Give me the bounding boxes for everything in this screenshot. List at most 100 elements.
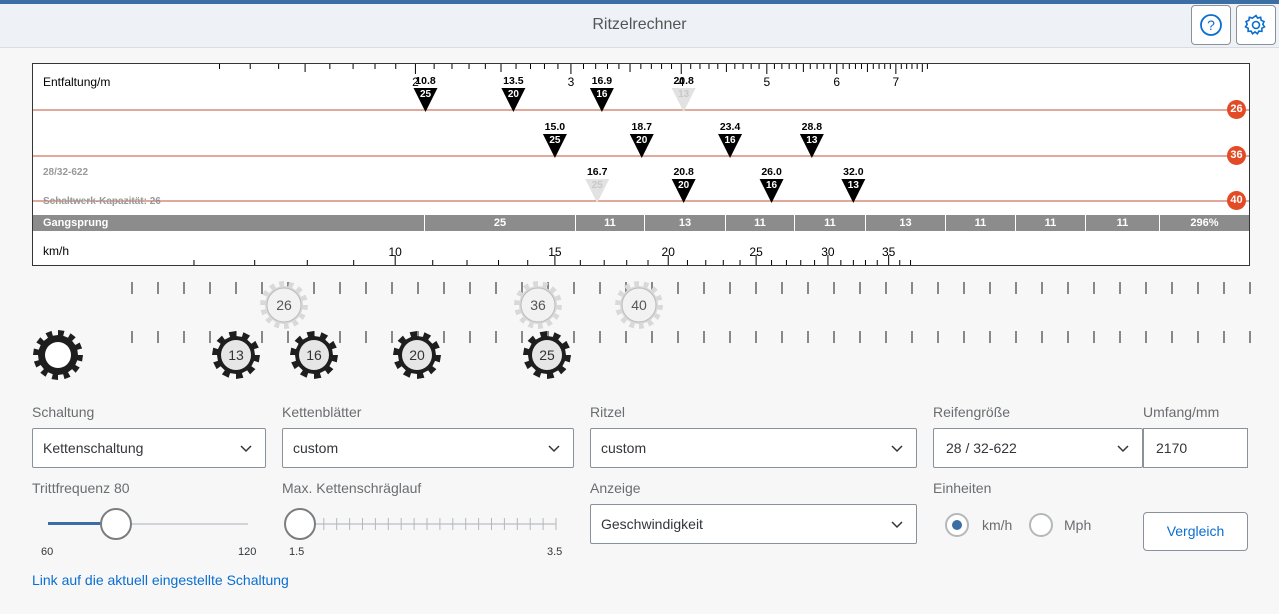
settings-button[interactable]	[1236, 5, 1276, 45]
ring-badge: 40	[1227, 191, 1246, 210]
gear-mark: 20.8 13	[671, 75, 696, 112]
schraeglauf-slider[interactable]	[284, 506, 558, 542]
bottom-axis-tick-label: 20	[662, 245, 676, 259]
schraeglauf-max: 3.5	[547, 546, 563, 558]
bottom-axis-tick-label: 25	[749, 245, 763, 259]
compare-button[interactable]: Vergleich	[1143, 512, 1248, 551]
kettenblaetter-label: Kettenblätter	[282, 404, 362, 420]
anzeige-label: Anzeige	[590, 480, 641, 496]
top-axis-tick-label: 7	[893, 75, 900, 89]
schaltung-label: Schaltung	[32, 404, 95, 420]
gear-mark-value: 16.7	[587, 166, 608, 178]
gear-chart: 2 3 4 5 6 7 10.8 25 13.5 20 16.9 16 20.8 13 15.0 25 18.7…	[32, 63, 1250, 266]
trittfrequenz-slider[interactable]	[48, 506, 248, 542]
kettenblaetter-select[interactable]: custom	[282, 428, 574, 468]
gear-mark-cog: 13	[806, 135, 818, 146]
reifen-label: Reifengröße	[933, 404, 1011, 420]
gear-mark-value: 18.7	[632, 121, 653, 133]
bottom-axis-tick-label: 30	[821, 245, 835, 259]
gangsprung-cell: 11	[1085, 215, 1159, 231]
gangsprung-cell: 296%	[1159, 215, 1249, 231]
slider-handle[interactable]	[100, 508, 132, 540]
gangsprung-cell: 11	[794, 215, 865, 231]
ritzel-select[interactable]: custom	[590, 428, 917, 468]
gear-chart-svg: 2 3 4 5 6 710.82513.52016.91620.81315.02518.7…	[33, 64, 1249, 265]
radio-kmh[interactable]	[945, 513, 969, 537]
trittfrequenz-min: 60	[41, 546, 54, 558]
gear-mark: 23.4 16	[718, 121, 743, 158]
gear-mark: 18.7 20	[629, 121, 654, 158]
schraeglauf-label: Max. Kettenschräglauf	[282, 480, 422, 496]
radio-kmh-label[interactable]: km/h	[982, 517, 1012, 533]
gear-mark-value: 26.0	[761, 166, 782, 178]
bottom-axis-tick-label: 35	[882, 245, 896, 259]
gangsprung-cell: 25	[424, 215, 575, 231]
bottom-axis-label: km/h	[43, 244, 70, 258]
cog-label: 13	[228, 347, 244, 363]
cog-icon: 20	[393, 331, 441, 379]
gear-mark-value: 15.0	[545, 121, 566, 133]
gear-mark: 26.0 16	[759, 166, 784, 203]
gear-mark-value: 16.9	[592, 75, 613, 87]
gear-mark-value: 20.8	[673, 75, 694, 87]
gear-mark: 15.0 25	[542, 121, 567, 158]
trittfrequenz-max: 120	[238, 546, 257, 558]
slider-ticks	[298, 518, 557, 530]
cog-label: 25	[539, 347, 555, 363]
slider-handle[interactable]	[284, 508, 316, 540]
chevron-down-icon	[891, 445, 903, 453]
ritzel-value: custom	[601, 440, 647, 456]
radio-mph-label[interactable]: Mph	[1064, 517, 1091, 533]
anzeige-select[interactable]: Geschwindigkeit	[590, 504, 917, 544]
bottom-axis-tick-label: 15	[548, 245, 562, 259]
gangsprung-cell: 11	[945, 215, 1015, 231]
cog-icon: 25	[523, 331, 571, 379]
top-axis-tick-label: 3	[568, 75, 575, 89]
umfang-input[interactable]: 2170	[1143, 428, 1248, 468]
gear-mark: 32.0 13	[841, 166, 866, 203]
chainring-label: 26	[276, 297, 292, 313]
gear-mark-cog: 25	[549, 135, 561, 146]
cog-label: 16	[306, 347, 322, 363]
gear-mark-cog: 25	[420, 89, 432, 100]
chainring-label: 36	[530, 297, 546, 313]
gear-mark-cog: 13	[848, 180, 860, 191]
chevron-down-icon	[548, 445, 560, 453]
chevron-down-icon	[1117, 445, 1129, 453]
gangsprung-row: Gangsprung 25 11 13 11 11 13 11 11 11 296%	[33, 215, 1249, 231]
radio-mph[interactable]	[1029, 513, 1053, 537]
gear-mark-value: 13.5	[503, 75, 524, 87]
chainring-icon: 26	[260, 281, 308, 329]
top-axis-tick-label: 6	[833, 75, 840, 89]
settings-link[interactable]: Link auf die aktuell eingestellte Schalt…	[32, 572, 289, 588]
ring-badge: 36	[1227, 146, 1246, 165]
gear-mark: 16.7 25	[585, 166, 610, 203]
gear-mark-value: 32.0	[843, 166, 864, 178]
bottom-axis-tick-label: 10	[389, 245, 403, 259]
gangsprung-cell: 11	[575, 215, 644, 231]
gear-mark-cog: 20	[678, 180, 690, 191]
drive-gear-icon	[33, 330, 83, 380]
tire-info: 28/32-622	[43, 167, 89, 178]
gear-mark-cog: 16	[725, 135, 737, 146]
gangsprung-cell: 13	[644, 215, 725, 231]
shell-bar: Ritzelrechner ?	[0, 4, 1279, 48]
gear-mark-value: 23.4	[720, 121, 741, 133]
gear-mark-cog: 20	[508, 89, 520, 100]
umfang-label: Umfang/mm	[1143, 404, 1220, 420]
anzeige-value: Geschwindigkeit	[601, 516, 703, 532]
chevron-down-icon	[891, 521, 903, 529]
kettenblaetter-value: custom	[293, 440, 339, 456]
schaltung-select[interactable]: Kettenschaltung	[32, 428, 266, 468]
gear-mark-cog: 20	[636, 135, 648, 146]
help-icon: ?	[1200, 14, 1222, 36]
schraeglauf-min: 1.5	[289, 546, 305, 558]
gangsprung-cell: 13	[865, 215, 945, 231]
gear-mark-cog: 16	[596, 89, 608, 100]
gear-mark-cog: 16	[766, 180, 778, 191]
help-button[interactable]: ?	[1191, 5, 1231, 45]
chainring-icon: 40	[615, 281, 663, 329]
reifen-select[interactable]: 28 / 32-622	[933, 428, 1143, 468]
chainring-label: 40	[631, 297, 647, 313]
gear-mark: 28.8 13	[799, 121, 824, 158]
